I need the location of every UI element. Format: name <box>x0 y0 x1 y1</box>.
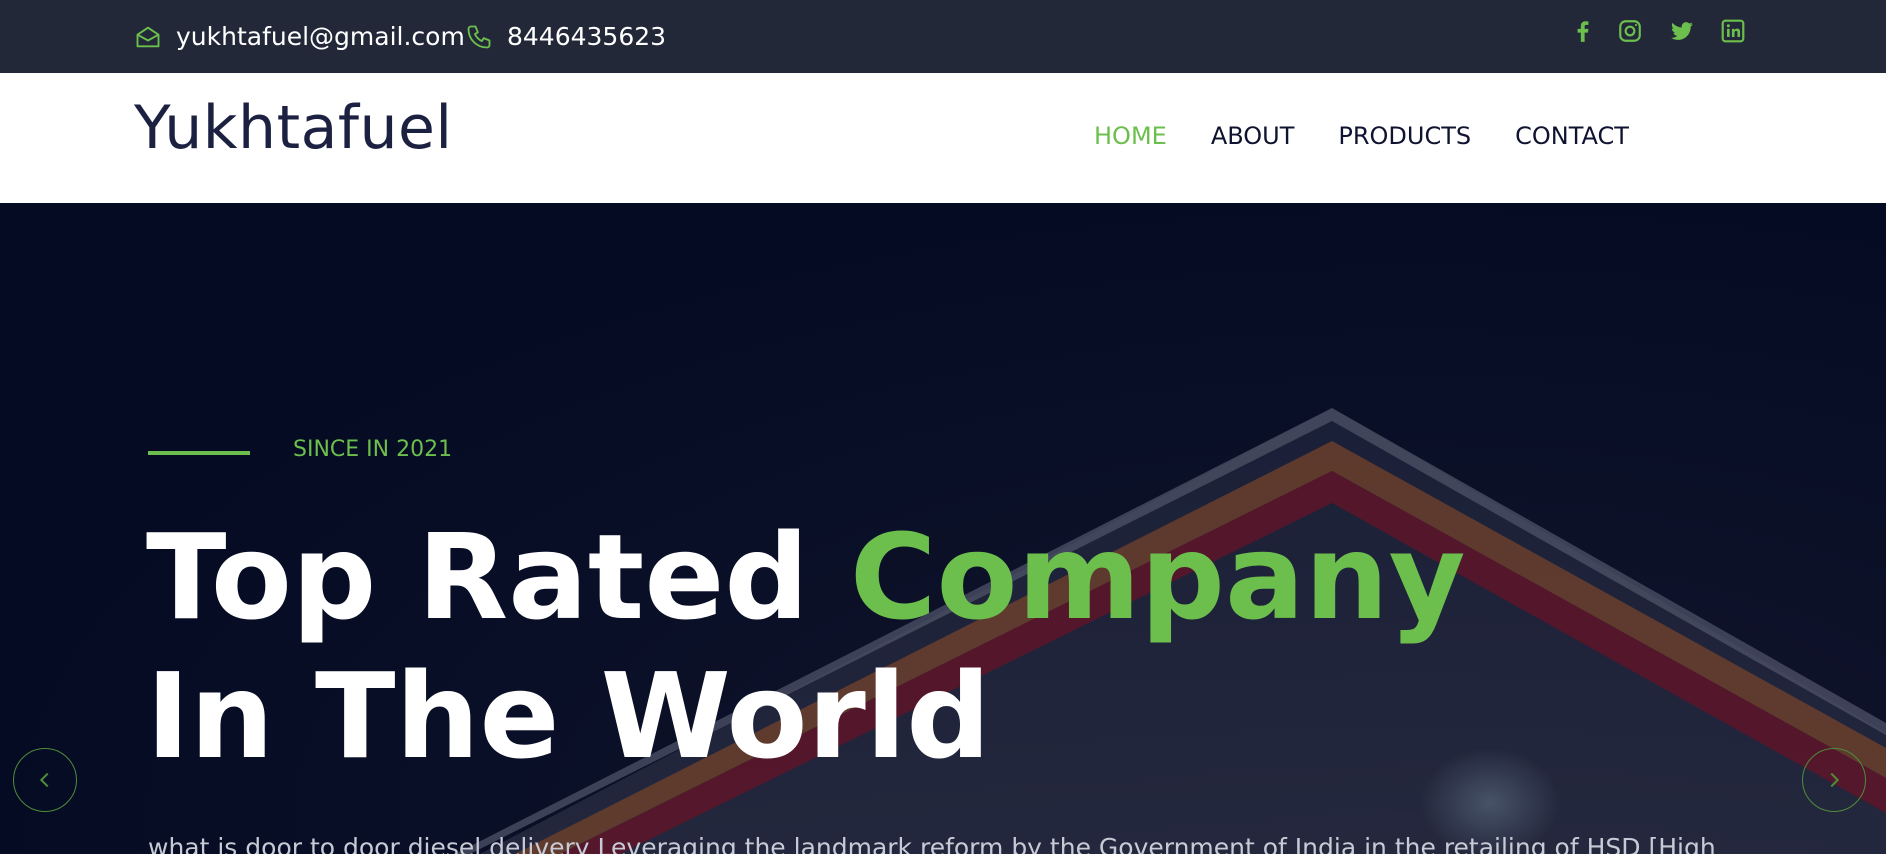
hero-headline: Top Rated Company In The World <box>146 508 1466 786</box>
nav-about[interactable]: ABOUT <box>1211 122 1295 150</box>
headline-highlight: Company <box>849 508 1466 646</box>
slider-next-button[interactable] <box>1802 748 1866 812</box>
hero-description: what is door to door diesel delivery Lev… <box>148 833 1716 854</box>
phone-contact[interactable]: 8446435623 <box>465 0 666 73</box>
email-text: yukhtafuel@gmail.com <box>176 22 465 51</box>
site-header: Yukhtafuel HOME ABOUT PRODUCTS CONTACT <box>0 73 1886 203</box>
nav-products[interactable]: PRODUCTS <box>1338 122 1471 150</box>
chevron-left-icon <box>39 772 49 788</box>
instagram-icon[interactable] <box>1615 16 1645 46</box>
since-divider-line <box>148 451 250 455</box>
site-logo[interactable]: Yukhtafuel <box>134 93 453 163</box>
top-bar: yukhtafuel@gmail.com 8446435623 <box>0 0 1886 73</box>
email-contact[interactable]: yukhtafuel@gmail.com <box>134 0 465 73</box>
headline-part1: Top Rated <box>146 508 850 646</box>
twitter-icon[interactable] <box>1667 16 1697 46</box>
slider-prev-button[interactable] <box>13 748 77 812</box>
facebook-icon[interactable] <box>1568 16 1598 46</box>
phone-icon <box>465 23 493 51</box>
headline-line2: In The World <box>146 647 991 785</box>
since-label: SINCE IN 2021 <box>293 437 453 462</box>
chevron-right-icon <box>1830 772 1840 788</box>
hero-slider: SINCE IN 2021 Top Rated Company In The W… <box>0 203 1886 854</box>
envelope-open-icon <box>134 23 162 51</box>
main-nav: HOME ABOUT PRODUCTS CONTACT <box>1094 122 1673 150</box>
phone-text: 8446435623 <box>507 22 667 51</box>
nav-home[interactable]: HOME <box>1094 122 1167 150</box>
nav-contact[interactable]: CONTACT <box>1515 122 1629 150</box>
linkedin-icon[interactable] <box>1718 16 1748 46</box>
